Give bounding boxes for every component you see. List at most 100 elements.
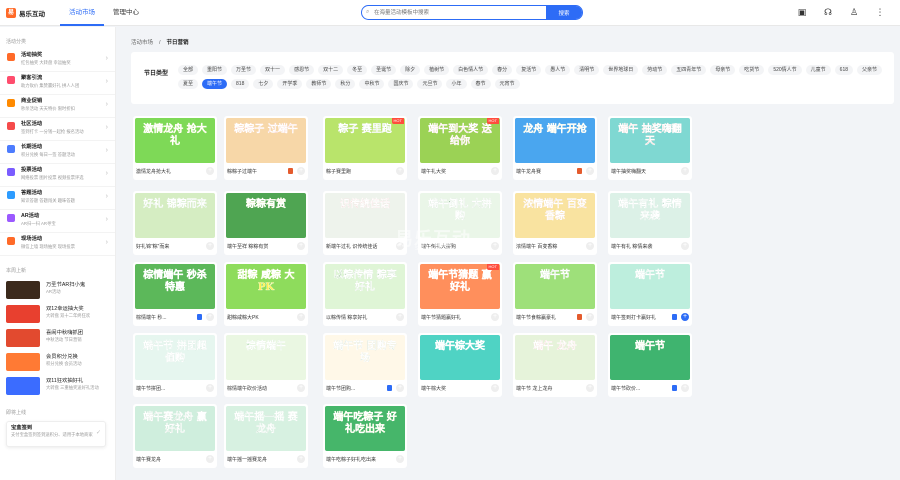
filter-tag[interactable]: 父亲节 (857, 65, 883, 75)
filter-tag[interactable]: 除夕 (400, 65, 421, 75)
add-icon[interactable]: + (297, 384, 305, 392)
upcoming-card[interactable]: 宝盒签到 支付宝盒签到签到送积分、适用于本地商家 ✓ (6, 421, 106, 447)
add-icon[interactable]: + (206, 384, 214, 392)
add-icon[interactable]: + (491, 242, 499, 250)
sidebar-item[interactable]: 活动抽奖 红包抽奖 大转盘 幸运抽奖 › (0, 49, 115, 72)
add-icon[interactable]: + (491, 313, 499, 321)
recent-item[interactable]: 会员积分兑换 积分兑换 会员活动 (0, 350, 115, 374)
template-card[interactable]: 粽子 赛里跑 HOT 粽子赛里跑 + (323, 116, 407, 180)
template-thumbnail[interactable]: 端午吃粽子 好礼吃出来 (325, 406, 405, 451)
add-icon[interactable]: + (206, 242, 214, 250)
template-thumbnail[interactable]: 粽粽子 过端午 (226, 118, 306, 163)
template-card[interactable]: 端午节 端午节食粽赢豪礼 + (513, 262, 597, 326)
add-icon[interactable]: + (586, 167, 594, 175)
filter-tag[interactable]: 感恩节 (289, 65, 315, 75)
template-thumbnail[interactable]: 端午节 (610, 264, 690, 309)
filter-tag[interactable]: 劳动节 (642, 65, 668, 75)
template-thumbnail[interactable]: 端午有礼 粽情来袭 (610, 193, 690, 238)
template-thumbnail[interactable]: 浓情端午 百变香粽 (515, 193, 595, 238)
filter-tag[interactable]: 国庆节 (388, 79, 414, 89)
template-thumbnail[interactable]: 端午节猜题 赢好礼 HOT (420, 264, 500, 309)
filter-tag[interactable]: 中秋节 (359, 79, 385, 89)
template-card[interactable]: 粽粽子 过端午 粽粽子过端午 + (224, 116, 308, 180)
filter-tag[interactable]: 清明节 (574, 65, 600, 75)
more-icon[interactable]: ⋮ (874, 6, 886, 18)
template-thumbnail[interactable]: 激情龙舟 抢大礼 (135, 118, 215, 163)
filter-tag[interactable]: 吃货节 (739, 65, 765, 75)
add-icon[interactable]: + (586, 242, 594, 250)
add-icon[interactable]: + (681, 313, 689, 321)
filter-tag[interactable]: 母亲节 (710, 65, 736, 75)
filter-tag[interactable]: 开学季 (277, 79, 303, 89)
template-card[interactable]: 棕情端午 棕情端午砍价活动 + (224, 333, 308, 397)
filter-tag[interactable]: 世界地球日 (603, 65, 639, 75)
template-thumbnail[interactable]: 端午节 (515, 264, 595, 309)
headset-icon[interactable]: ☊ (822, 6, 834, 18)
filter-tag[interactable]: 七夕 (253, 79, 274, 89)
template-thumbnail[interactable]: 棕情端午 (226, 335, 306, 380)
add-icon[interactable]: + (396, 167, 404, 175)
add-icon[interactable]: + (586, 384, 594, 392)
template-card[interactable]: 端午节 团购专场 端午节团购... + (323, 333, 407, 397)
template-thumbnail[interactable]: 好礼 锦粽而来 (135, 193, 215, 238)
add-icon[interactable]: + (681, 167, 689, 175)
filter-tag[interactable]: 重阳节 (202, 65, 228, 75)
breadcrumb-root[interactable]: 活动市场 (131, 40, 153, 46)
logo[interactable]: 易 易乐互动 (6, 8, 45, 18)
template-thumbnail[interactable]: 端午节 (610, 335, 690, 380)
template-card[interactable]: 以粽传情 粽享好礼 以粽传情 粽享好礼 + (323, 262, 407, 326)
add-icon[interactable]: + (206, 167, 214, 175)
filter-tag[interactable]: 万圣节 (231, 65, 257, 75)
recent-item[interactable]: 喜闹中秋嗨抓团 中秋活动 节日营销 (0, 326, 115, 350)
sidebar-item[interactable]: 答题活动 知识答题 答题闯关 趣味答题 › (0, 187, 115, 210)
template-thumbnail[interactable]: 端午到大奖 送给你 HOT (420, 118, 500, 163)
template-card[interactable]: 甜粽 咸粽 大PK 甜粽咸粽大PK + (224, 262, 308, 326)
template-thumbnail[interactable]: 甜粽 咸粽 大PK (226, 264, 306, 309)
filter-tag[interactable]: 五四青年节 (671, 65, 707, 75)
recent-item[interactable]: 双12幸运抽大奖 大转盘 双十二年终狂欢 (0, 302, 115, 326)
sidebar-item[interactable]: 聚客引流 助力砍价 集赞赢好礼 拼人人团 › (0, 72, 115, 95)
filter-tag[interactable]: 520情人节 (768, 65, 802, 75)
add-icon[interactable]: + (491, 384, 499, 392)
filter-tag[interactable]: 春节 (470, 79, 491, 89)
sidebar-item[interactable]: 投票活动 网络投票 图片投票 视频投票评选 › (0, 164, 115, 187)
template-thumbnail[interactable]: 端午赛龙舟 赢好礼 (135, 406, 215, 451)
sidebar-item[interactable]: AR活动 AR扫一扫 AR寻宝 › (0, 210, 115, 233)
add-icon[interactable]: + (297, 167, 305, 175)
template-card[interactable]: 端午 龙舟 端午节 龙上龙舟 + (513, 333, 597, 397)
filter-tag[interactable]: 端午节 (202, 79, 228, 89)
template-card[interactable]: 粽粽有赏 端午至祥 粽粽有赏 + (224, 191, 308, 255)
template-card[interactable]: 浓情端午 百变香粽 浓情端午 百变香粽 + (513, 191, 597, 255)
sidebar-item[interactable]: 长期活动 积分兑换 每日一签 答题活动 › (0, 141, 115, 164)
add-icon[interactable]: + (681, 384, 689, 392)
template-card[interactable]: 棕情端午 秒杀特惠 棕情端午 秒... + (133, 262, 217, 326)
filter-tag[interactable]: 冬至 (347, 65, 368, 75)
filter-tag[interactable]: 双十一 (260, 65, 286, 75)
template-card[interactable]: 激情龙舟 抢大礼 激情龙舟抢大礼 + (133, 116, 217, 180)
template-card[interactable]: 端午节 拼团超值购 端午节拼团... + (133, 333, 217, 397)
template-thumbnail[interactable]: 端午节 团购专场 (325, 335, 405, 380)
nav-management-center[interactable]: 管理中心 (104, 0, 148, 26)
template-card[interactable]: 端午赛龙舟 赢好礼 端午赛龙舟 + (133, 404, 217, 468)
filter-tag[interactable]: 818 (231, 79, 250, 89)
filter-tag[interactable]: 双十二 (318, 65, 344, 75)
add-icon[interactable]: + (297, 313, 305, 321)
filter-tag[interactable]: 元旦节 (417, 79, 443, 89)
template-thumbnail[interactable]: 端午 龙舟 (515, 335, 595, 380)
template-card[interactable]: 端午吃粽子 好礼吃出来 端午吃粽子好礼吃出来 + (323, 404, 407, 468)
search-input[interactable] (374, 6, 544, 19)
template-card[interactable]: 端午有礼 粽情来袭 端午有礼 粽情来袭 + (608, 191, 692, 255)
add-icon[interactable]: + (396, 455, 404, 463)
filter-tag[interactable]: 夏至 (178, 79, 199, 89)
filter-tag[interactable]: 小年 (446, 79, 467, 89)
template-thumbnail[interactable]: 识传统佳话 (325, 193, 405, 238)
recent-item[interactable]: 双11狂欢抽好礼 大转盘 三重抽奖送好礼活动 (0, 374, 115, 398)
template-thumbnail[interactable]: 端午摇一摇 赛龙舟 (226, 406, 306, 451)
user-icon[interactable]: ♙ (848, 6, 860, 18)
template-card[interactable]: 端午节 端午签到打卡赢好礼 + (608, 262, 692, 326)
template-thumbnail[interactable]: 粽子 赛里跑 HOT (325, 118, 405, 163)
recent-item[interactable]: 万圣节AR扫小鬼 AR活动 (0, 278, 115, 302)
filter-tag[interactable]: 秋分 (335, 79, 356, 89)
template-card[interactable]: 端午节猜题 赢好礼 HOT 端午节猜题赢好礼 + (418, 262, 502, 326)
template-thumbnail[interactable]: 粽粽有赏 (226, 193, 306, 238)
